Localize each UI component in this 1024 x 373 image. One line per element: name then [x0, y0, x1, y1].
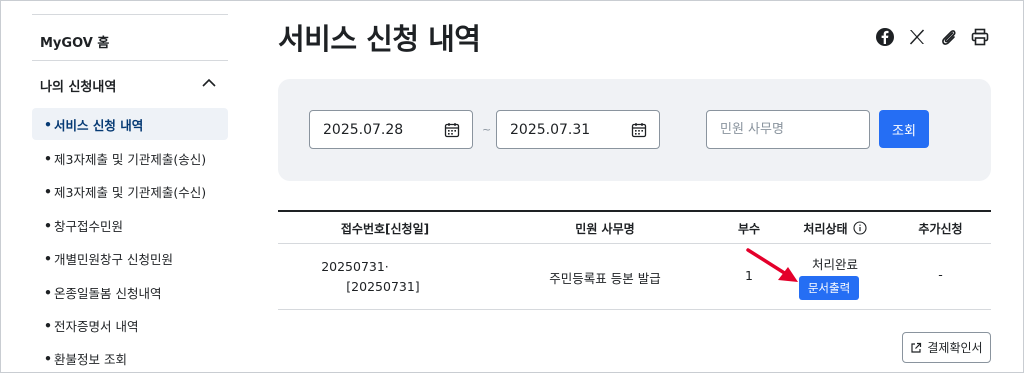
column-header-service: 민원 사무명 — [575, 221, 635, 236]
apply-date: [20250731] — [346, 279, 420, 294]
sidebar-item-all-day-care[interactable]: • 온종일돌봄 신청내역 — [32, 276, 228, 308]
sidebar-item-label: 전자증명서 내역 — [54, 318, 139, 334]
sidebar-item-counter-civil[interactable]: • 창구접수민원 — [32, 209, 228, 241]
external-link-icon — [911, 342, 922, 353]
info-icon[interactable] — [853, 221, 867, 235]
sidebar-group-label[interactable]: 나의 신청내역 — [40, 76, 116, 95]
column-header-extra: 추가신청 — [918, 221, 963, 236]
payment-receipt-label: 결제확인서 — [927, 341, 983, 355]
sidebar-item-label: 온종일돌봄 신청내역 — [54, 285, 162, 301]
attachment-link-icon[interactable] — [939, 27, 959, 47]
date-range-separator: ~ — [482, 123, 492, 136]
sidebar-item-label: 창구접수민원 — [54, 218, 124, 234]
service-name-search-input[interactable] — [706, 110, 870, 149]
print-document-button[interactable]: 문서출력 — [799, 276, 859, 300]
start-date-field[interactable]: 2025.07.28 — [309, 110, 473, 149]
calendar-icon[interactable] — [444, 122, 460, 138]
receipt-number: 20250731· — [321, 259, 389, 274]
table-row: 20250731· [20250731] 주민등록표 등본 발급 1 처리완료 … — [278, 244, 991, 310]
end-date-field[interactable]: 2025.07.31 — [496, 110, 660, 149]
extra-application-cell: - — [938, 267, 943, 282]
print-icon[interactable] — [970, 27, 990, 47]
page-title: 서비스 신청 내역 — [278, 22, 481, 56]
column-header-status: 처리상태 — [780, 212, 890, 244]
table-header: 접수번호[신청일] 민원 사무명 부수 처리상태 추가신청 — [278, 210, 991, 244]
sidebar-item-individual-window[interactable]: • 개별민원창구 신청민원 — [32, 242, 228, 274]
status-header-label: 처리상태 — [803, 221, 848, 236]
payment-receipt-button[interactable]: 결제확인서 — [902, 332, 991, 363]
search-button[interactable]: 조회 — [879, 110, 929, 148]
sidebar-item-third-party-received[interactable]: • 제3자제출 및 기관제출(수신) — [32, 175, 228, 207]
divider — [32, 14, 228, 15]
sidebar-item-label: 제3자제출 및 기관제출(수신) — [54, 184, 207, 200]
sidebar-item-label: 제3자제출 및 기관제출(송신) — [54, 151, 207, 167]
divider — [32, 60, 228, 61]
chevron-up-icon[interactable] — [202, 78, 216, 88]
search-filter-panel: 2025.07.28 ~ 2025.07.31 조회 — [278, 79, 991, 181]
column-header-copies: 부수 — [737, 221, 761, 236]
facebook-icon[interactable] — [875, 27, 895, 47]
column-header-receipt: 접수번호[신청일] — [340, 221, 430, 236]
sidebar-item-service-history[interactable]: • 서비스 신청 내역 — [32, 108, 228, 140]
end-date-value: 2025.07.31 — [510, 121, 591, 138]
sidebar-item-label: 개별민원창구 신청민원 — [54, 251, 173, 267]
sidebar-item-refund[interactable]: • 환불정보 조회 — [32, 342, 228, 373]
annotation-arrow — [746, 248, 798, 282]
service-name-cell: 주민등록표 등본 발급 — [549, 271, 661, 286]
calendar-icon[interactable] — [631, 122, 647, 138]
sidebar-item-label: 환불정보 조회 — [54, 351, 127, 367]
sidebar-item-label: 서비스 신청 내역 — [54, 117, 144, 133]
start-date-value: 2025.07.28 — [323, 121, 404, 138]
x-icon[interactable] — [907, 27, 927, 47]
sidebar-item-third-party-sent[interactable]: • 제3자제출 및 기관제출(송신) — [32, 142, 228, 174]
sidebar-home-link[interactable]: MyGOV 홈 — [40, 32, 109, 51]
receipt-cell: 20250731· [20250731] — [278, 257, 468, 297]
sidebar-item-e-certificate[interactable]: • 전자증명서 내역 — [32, 309, 228, 341]
sidebar: MyGOV 홈 나의 신청내역 • 서비스 신청 내역 • 제3자제출 및 기관제출… — [32, 14, 228, 373]
